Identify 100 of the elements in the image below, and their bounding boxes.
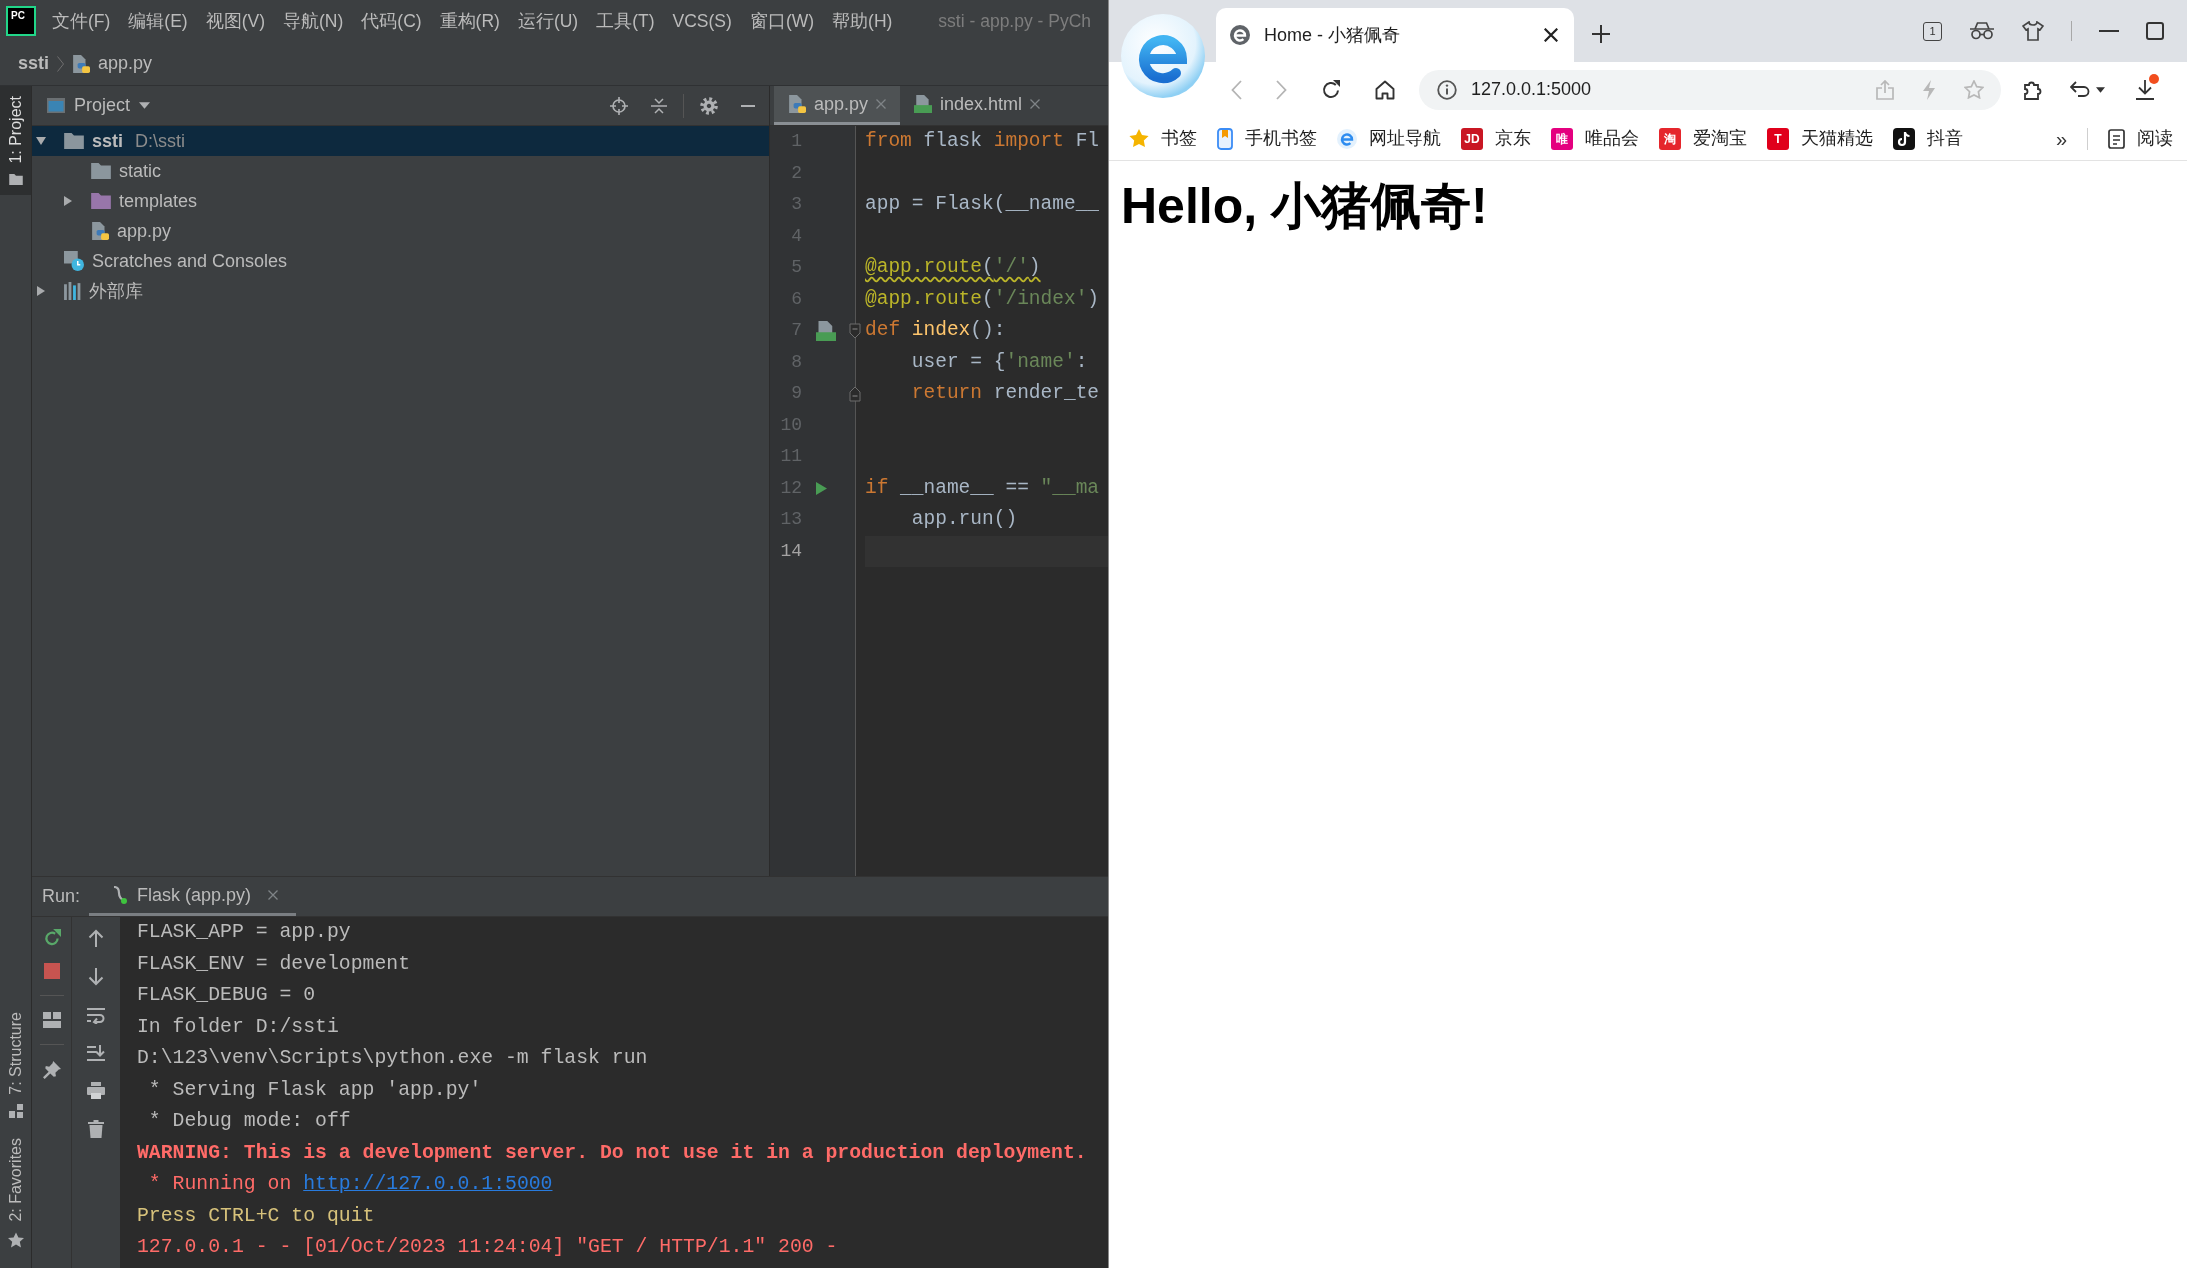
bookmark-link[interactable]: 书签: [1129, 125, 1197, 152]
reader-link[interactable]: 阅读: [2108, 125, 2173, 152]
arrow-down-icon[interactable]: [88, 968, 104, 986]
caret-right-icon[interactable]: [37, 286, 45, 296]
tree-item[interactable]: ssti D:\ssti: [32, 126, 769, 156]
close-icon[interactable]: [1544, 28, 1558, 42]
menu-item[interactable]: 工具(T): [587, 7, 664, 35]
run-label: Run:: [42, 885, 81, 908]
run-config-icon: [111, 886, 128, 904]
side-tab[interactable]: 1: Project: [0, 86, 31, 195]
download-icon[interactable]: [2135, 79, 2155, 100]
app-logo: PC: [8, 8, 34, 34]
reload-icon[interactable]: [1321, 79, 1341, 100]
menu-item[interactable]: 窗口(W): [740, 7, 824, 35]
menu-item[interactable]: 文件(F): [43, 7, 120, 35]
menu-item[interactable]: 导航(N): [274, 7, 353, 35]
shirt-icon[interactable]: [2022, 21, 2044, 41]
fold-icon[interactable]: [849, 322, 861, 339]
side-tab[interactable]: 7: Structure: [0, 1001, 31, 1129]
menu-item[interactable]: 运行(U): [508, 7, 588, 35]
code-line: from flask import Fl: [865, 130, 1100, 152]
play-icon[interactable]: [816, 481, 827, 495]
caret-down-icon[interactable]: [36, 137, 46, 145]
collapse-icon[interactable]: [651, 97, 667, 114]
star-icon: [7, 1232, 24, 1248]
info-icon[interactable]: [1437, 79, 1457, 100]
more-bookmarks[interactable]: »: [2055, 123, 2067, 154]
menu-item[interactable]: 视图(V): [196, 7, 274, 35]
tree-item[interactable]: Scratches and Consoles: [32, 246, 769, 276]
editor-tab[interactable]: index.html: [900, 86, 1055, 125]
glasses-icon[interactable]: [1969, 22, 1995, 40]
bookmark-link[interactable]: 抖音: [1893, 125, 1963, 152]
trash-icon[interactable]: [88, 1120, 104, 1138]
soft-wrap-icon[interactable]: [87, 1007, 105, 1024]
breadcrumb-item[interactable]: ssti: [18, 50, 50, 77]
bookmark-link[interactable]: JD 京东: [1461, 125, 1531, 152]
puzzle-icon[interactable]: [2023, 79, 2044, 100]
bookmark-logo: 淘: [1659, 127, 1681, 150]
plus-icon[interactable]: [1592, 25, 1610, 43]
fold-icon[interactable]: [849, 385, 861, 402]
layout-icon[interactable]: [42, 1012, 61, 1028]
bookmark-logo: JD: [1461, 127, 1483, 150]
page-favicon-icon: [1230, 25, 1250, 45]
project-view-dropdown[interactable]: Project: [74, 92, 151, 119]
undo-icon[interactable]: [2070, 80, 2092, 99]
star-icon[interactable]: [1964, 80, 1984, 99]
menu-item[interactable]: 编辑(E): [119, 7, 197, 35]
printer-icon[interactable]: [87, 1082, 105, 1099]
breadcrumb-item[interactable]: app.py: [98, 50, 153, 77]
menu-item[interactable]: VCS(S): [663, 7, 741, 35]
caret-icon[interactable]: [2096, 86, 2105, 93]
menu-item[interactable]: 帮助(H): [823, 7, 902, 35]
python-file-icon: [72, 54, 91, 73]
bookmark-link[interactable]: 手机书签: [1217, 125, 1317, 152]
code-line: return render_te: [910, 382, 1100, 404]
settings-icon[interactable]: [700, 96, 718, 115]
bookmark-link[interactable]: 淘 爱淘宝: [1659, 125, 1747, 152]
window-title: ssti - app.py - PyCh: [938, 9, 1092, 33]
console-line: D:\123\venv\Scripts\python.exe -m flask run: [137, 1046, 648, 1071]
tree-item[interactable]: templates: [32, 186, 769, 216]
stop-icon[interactable]: [43, 963, 60, 979]
scroll-to-end-icon[interactable]: [87, 1045, 105, 1061]
arrow-up-icon[interactable]: [88, 929, 104, 947]
notification-dot-icon: [2149, 73, 2159, 84]
side-tab[interactable]: 2: Favorites: [0, 1128, 31, 1258]
minus-icon[interactable]: [741, 104, 755, 107]
console-line: FLASK_APP = app.py: [137, 920, 351, 945]
tab-counter[interactable]: 1: [1923, 21, 1942, 41]
console-line: FLASK_ENV = development: [137, 951, 411, 977]
html-file-icon: [816, 320, 836, 341]
music-note-icon: [1893, 127, 1915, 150]
folder-icon: [91, 163, 111, 179]
menu-item[interactable]: 重构(R): [430, 7, 509, 35]
structure-icon: [8, 1104, 23, 1119]
folder-icon: [64, 133, 84, 149]
menu-item[interactable]: 代码(C): [352, 7, 431, 35]
bookmark-link[interactable]: T 天猫精选: [1767, 125, 1873, 152]
browser-tab[interactable]: Home - 小猪佩奇: [1216, 8, 1574, 62]
folder-icon: [91, 193, 111, 209]
bookmark-link[interactable]: 网址导航: [1337, 125, 1441, 152]
tree-item[interactable]: app.py: [32, 216, 769, 246]
page-heading: Hello, 小猪佩奇!: [1121, 177, 1488, 236]
url-link[interactable]: http://127.0.0.1:5000: [303, 1173, 553, 1195]
console-line: 127.0.0.1 - - [01/Oct/2023 11:24:04] "GET / HTTP/1.1" 200 -: [137, 1235, 838, 1260]
rerun-icon[interactable]: [42, 929, 61, 947]
bookmark-link[interactable]: 唯 唯品会: [1551, 125, 1639, 152]
pin-icon[interactable]: [42, 1061, 61, 1079]
home-icon[interactable]: [1375, 79, 1395, 100]
bookmark-logo: 唯: [1551, 127, 1573, 150]
browser-logo-icon[interactable]: [1121, 14, 1205, 98]
tree-item[interactable]: 外部库: [32, 276, 769, 306]
address-bar[interactable]: 127.0.0.1:5000: [1419, 69, 2001, 110]
document-icon: [2108, 128, 2125, 149]
star-icon: [1129, 129, 1149, 148]
editor-tab[interactable]: app.py: [774, 86, 901, 125]
tree-item[interactable]: static: [32, 156, 769, 186]
scratch-clock-icon: [64, 251, 84, 271]
caret-right-icon[interactable]: [64, 196, 72, 206]
maximize-icon[interactable]: [2146, 22, 2164, 40]
crosshair-icon[interactable]: [610, 96, 628, 115]
